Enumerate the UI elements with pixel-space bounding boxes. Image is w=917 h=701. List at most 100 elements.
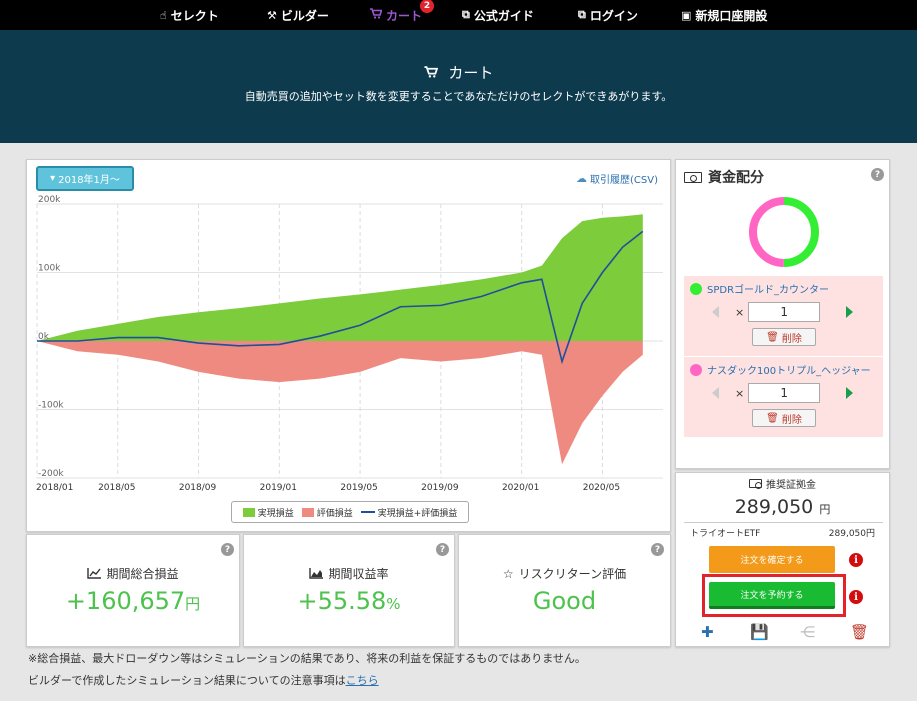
monitor-icon: ▣ (681, 8, 692, 22)
trash-icon: 🗑 (766, 331, 779, 343)
stat-value: +55.58% (244, 587, 454, 615)
help-icon[interactable]: ? (651, 543, 664, 556)
cart-count-badge: 2 (420, 0, 435, 13)
period-select-button[interactable]: ▾ 2018年1月～ (36, 166, 134, 191)
delete-button[interactable]: 🗑 削除 (752, 409, 816, 427)
legend-swatch (301, 507, 314, 517)
y-tick-label: 200k (38, 195, 61, 205)
legend-label: 評価損益 (316, 508, 353, 519)
hand-icon: ☝ (160, 8, 167, 22)
strategy-link[interactable]: SPDRゴールド_カウンター (707, 281, 829, 296)
legend-unrealized[interactable]: 評価損益 (301, 506, 353, 519)
help-icon[interactable]: ? (221, 543, 234, 556)
share-icon[interactable]: ⋲ (800, 623, 815, 641)
cart-icon (370, 8, 383, 22)
unrealized-profit-area (37, 341, 643, 465)
help-icon[interactable]: ? (871, 168, 884, 181)
stat-label-text: 期間総合損益 (106, 567, 179, 581)
save-icon[interactable]: 💾 (750, 623, 769, 641)
money-icon (684, 171, 702, 183)
quantity-input[interactable]: 1 (748, 383, 821, 403)
quantity-input[interactable]: 1 (748, 302, 821, 322)
csv-download-link[interactable]: ☁ 取引履歴(CSV) (576, 171, 658, 186)
legend-total[interactable]: 実現損益+評価損益 (360, 506, 458, 519)
nav-cart-label: カート (386, 8, 423, 23)
info-icon[interactable]: i (849, 590, 863, 604)
notice-link[interactable]: こちら (346, 674, 379, 687)
stat-value-number: Good (532, 587, 597, 615)
color-dot (690, 363, 702, 376)
chart-legend: 実現損益 評価損益 実現損益+評価損益 (231, 501, 469, 523)
delete-label: 削除 (781, 333, 802, 345)
stat-value-unit: % (386, 595, 401, 613)
margin-amount-unit: 円 (819, 503, 831, 516)
allocation-item-name: ナスダック100トリプル_ヘッジャー (690, 362, 871, 377)
nav-official-guide[interactable]: ⧉ 公式ガイド (462, 0, 534, 30)
external-link-icon: ⧉ (578, 8, 586, 21)
allocation-title: 資金配分 (684, 167, 764, 187)
line-chart-icon (87, 568, 102, 579)
nav-open-account[interactable]: ▣ 新規口座開設 (681, 0, 767, 30)
nav-builder[interactable]: ⚒ ビルダー (267, 0, 329, 30)
nav-cart[interactable]: カート 2 (370, 0, 435, 30)
legend-realized[interactable]: 実現損益 (242, 506, 294, 519)
plus-icon[interactable]: ✚ (701, 623, 714, 641)
external-link-icon: ⧉ (462, 8, 470, 21)
page-subtitle: 自動売買の追加やセット数を変更することであなただけのセレクトができあがります。 (244, 90, 673, 103)
times-sign: × (735, 305, 745, 319)
legend-swatch (242, 507, 255, 517)
color-dot (690, 282, 702, 295)
help-icon[interactable]: ? (436, 543, 449, 556)
margin-amount: 289,050 円 (676, 496, 889, 518)
margin-card: 推奨証拠金 289,050 円 トライオートETF 289,050円 注文を確定… (675, 472, 890, 647)
stat-value-number: +160,657 (65, 587, 186, 615)
y-tick-label: 100k (38, 264, 61, 274)
nav-login[interactable]: ⧉ ログイン (578, 0, 638, 30)
allocation-card: 資金配分 ? SPDRゴールド_カウンター × 1 🗑 削除 ナスダック100ト… (675, 159, 890, 469)
reserve-order-button[interactable]: 注文を予約する (709, 582, 835, 609)
confirm-order-button[interactable]: 注文を確定する (709, 546, 835, 573)
return-rate-card: ? 期間収益率 +55.58% (243, 534, 455, 647)
trash-icon[interactable]: 🗑 (850, 623, 869, 641)
hammer-icon: ⚒ (267, 8, 277, 22)
caret-down-icon: ▾ (50, 173, 56, 184)
performance-chart-card: 200k 100k 0k -100k -200k 2018/01 2018/05 2018/0… (26, 159, 671, 532)
area-chart-icon (309, 568, 324, 579)
stat-label: ☆ リスクリターン評価 (459, 565, 670, 582)
builder-notice-text: ビルダーで作成したシミュレーション結果についての注意事項は (28, 674, 346, 687)
etf-value: 289,050円 (828, 529, 875, 539)
top-navigation: ☝ セレクト ⚒ ビルダー カート 2 ⧉ 公式ガイド ⧉ ログイン ▣ 新規口… (0, 0, 917, 30)
trash-icon: 🗑 (766, 412, 779, 424)
x-tick-label: 2018/05 (98, 483, 135, 493)
x-tick-label: 2018/01 (36, 483, 73, 493)
margin-amount-value: 289,050 (734, 496, 814, 518)
delete-button[interactable]: 🗑 削除 (752, 328, 816, 346)
etf-label: トライオートETF (690, 529, 761, 539)
increment-arrow-icon[interactable] (846, 387, 854, 399)
legend-label: 実現損益+評価損益 (377, 508, 458, 519)
builder-notice: ビルダーで作成したシミュレーション結果についての注意事項はこちら (28, 672, 379, 688)
increment-arrow-icon[interactable] (846, 306, 854, 318)
times-sign: × (735, 386, 745, 400)
legend-label: 実現損益 (257, 508, 294, 519)
money-icon (749, 479, 762, 489)
total-profit-card: ? 期間総合損益 +160,657円 (26, 534, 240, 647)
nav-builder-label: ビルダー (280, 8, 329, 23)
cloud-download-icon: ☁ (576, 172, 588, 185)
nav-guide-label: 公式ガイド (473, 8, 534, 23)
info-icon[interactable]: i (849, 553, 863, 567)
page-title-text: カート (448, 64, 494, 82)
strategy-link[interactable]: ナスダック100トリプル_ヘッジャー (707, 362, 871, 377)
legend-swatch (360, 511, 375, 513)
csv-link-label: 取引履歴(CSV) (590, 175, 658, 186)
performance-chart: 200k 100k 0k -100k -200k 2018/01 2018/05 2018/0… (36, 195, 663, 493)
stat-value-unit: 円 (185, 595, 201, 613)
decrement-arrow-icon[interactable] (712, 306, 719, 318)
nav-select-label: セレクト (170, 8, 219, 23)
decrement-arrow-icon[interactable] (712, 387, 719, 399)
nav-select[interactable]: ☝ セレクト (160, 0, 219, 30)
star-half-icon: ☆ (502, 566, 514, 581)
x-tick-label: 2020/05 (583, 483, 620, 493)
stat-label-text: リスクリターン評価 (518, 567, 627, 581)
stat-label: 期間総合損益 (27, 565, 239, 582)
